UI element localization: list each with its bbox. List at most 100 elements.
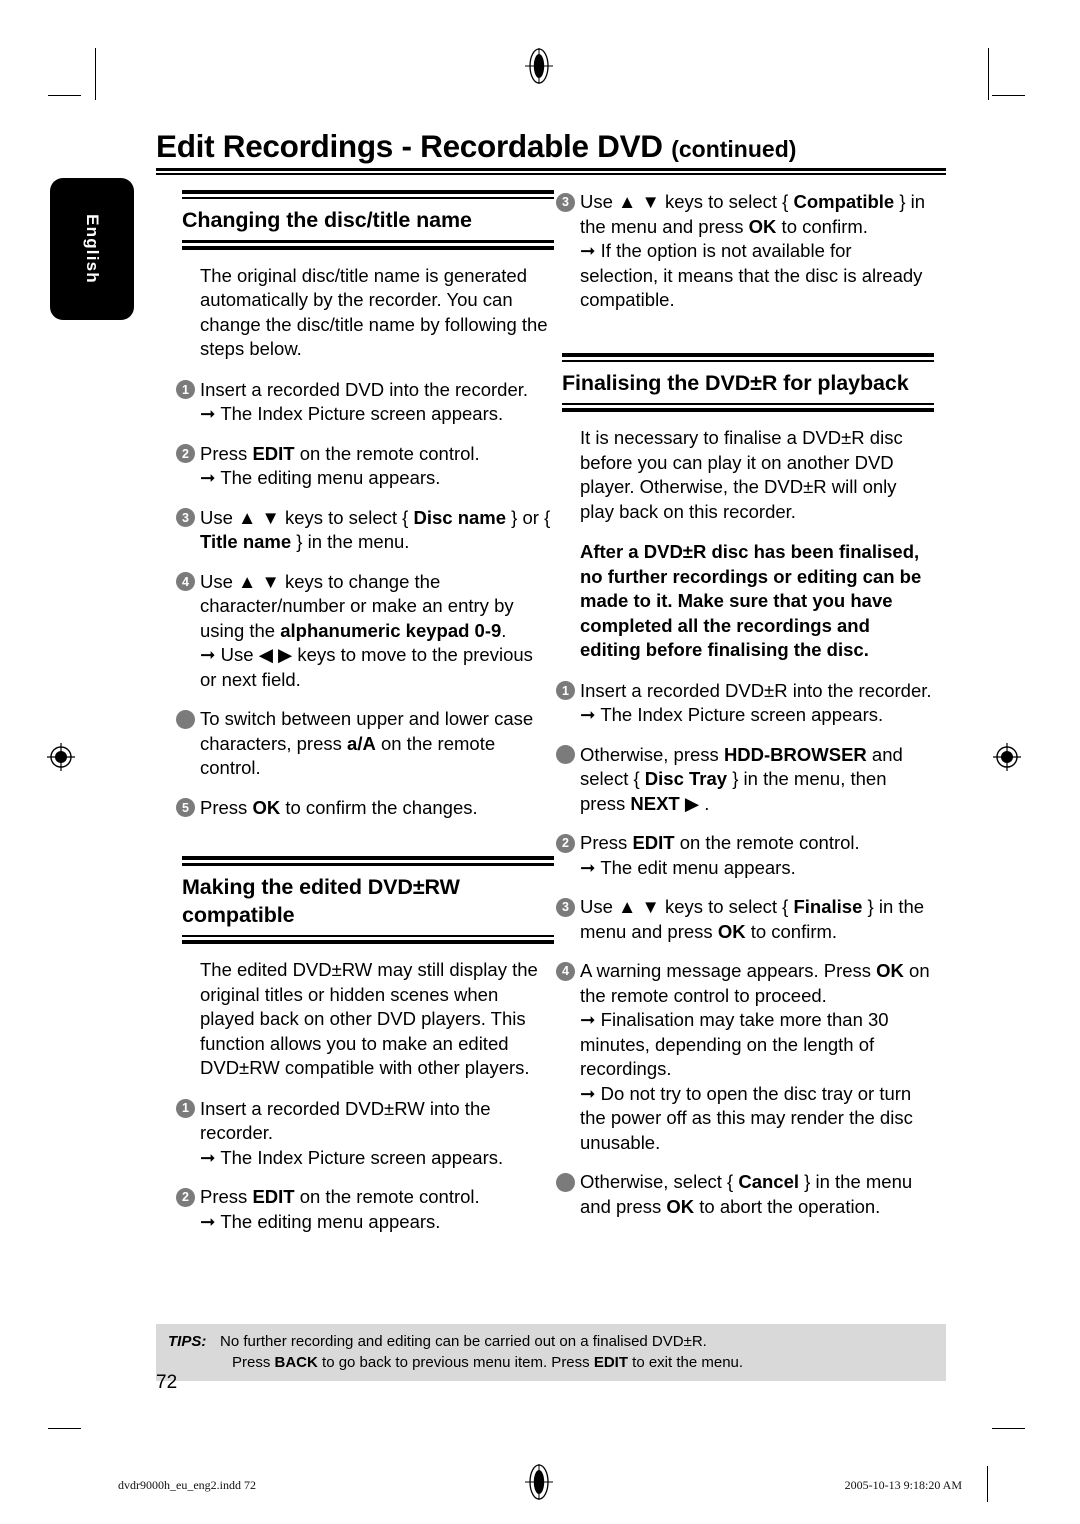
section-heading-changing-disc-title-name: Changing the disc/title name [176, 190, 554, 250]
step-text-mid: } or { [506, 506, 551, 528]
tips-line-1: No further recording and editing can be … [220, 1333, 707, 1350]
step-text-post: . [501, 619, 507, 641]
step-text-pre: Use ▲ ▼ keys to select { [580, 896, 794, 918]
step-text-post: to confirm. [745, 920, 838, 942]
step-substep: ➞ The Index Picture screen appears. [580, 703, 934, 728]
bullet-text-pre: Otherwise, press [580, 743, 724, 765]
step-substep: ➞ Finalisation may take more than 30 min… [580, 1008, 934, 1082]
step-substep-text: The editing menu appears. [220, 467, 441, 489]
tips-line-2-pre: Press [232, 1354, 275, 1371]
step-marker: 4 [176, 572, 195, 592]
step-marker: 5 [176, 798, 195, 818]
bullet-marker [556, 745, 575, 765]
step-substep: ➞ Use ◀ ▶ keys to move to the previous o… [200, 643, 554, 692]
step-text-post: on the remote control. [674, 832, 860, 854]
tips-row-2: Press BACK to go back to previous menu i… [156, 1352, 946, 1373]
file-slug: dvdr9000h_eu_eng2.indd 72 [118, 1478, 256, 1492]
bullet-key-2: Disc Tray [644, 768, 728, 790]
section-heading-making-edited-dvdrw-compatible: Making the edited DVD±RW compatible [176, 856, 554, 945]
registration-mark-top [525, 46, 553, 86]
step-key-2: Title name [200, 531, 292, 553]
heading-rule-top-thick [562, 352, 934, 357]
step-text: Insert a recorded DVD±RW into the record… [200, 1097, 491, 1144]
step-text-post: to confirm. [776, 215, 868, 237]
language-tab: English [50, 178, 134, 320]
slug-divider [986, 1466, 988, 1502]
heading-rule-bottom-thick [182, 940, 554, 945]
arrow-icon: ➞ [200, 1210, 216, 1232]
bullet-key: HDD-BROWSER [723, 743, 867, 765]
arrow-icon: ➞ [580, 240, 596, 261]
right-column: 3 Use ▲ ▼ keys to select { Compatible } … [556, 190, 934, 1234]
bullet-item: Otherwise, press HDD-BROWSER and select … [556, 743, 934, 817]
document-page: English Edit Recordings - Recordable DVD… [0, 0, 1080, 1524]
step-substep: ➞ The edit menu appears. [580, 856, 934, 881]
step-substep-2: ➞ Do not try to open the disc tray or tu… [580, 1082, 934, 1156]
step-text-post: } in the menu. [291, 531, 410, 553]
step-item: 3 Use ▲ ▼ keys to select { Finalise } in… [556, 895, 934, 944]
step-text: Insert a recorded DVD into the recorder. [200, 378, 529, 400]
step-text-post: on the remote control. [294, 442, 480, 464]
arrow-icon: ➞ [580, 856, 596, 878]
step-substep: ➞ The Index Picture screen appears. [200, 402, 554, 427]
tips-line-2-mid: to go back to previous menu item. Press [317, 1354, 594, 1371]
step-key: Finalise [793, 896, 863, 918]
bullet-key-3: NEXT ▶ [630, 792, 700, 814]
step-text-post: on the remote control. [294, 1186, 480, 1208]
language-tab-label: English [83, 214, 102, 284]
step-text-pre: Use ▲ ▼ keys to select { [580, 191, 794, 212]
tips-key-edit: EDIT [593, 1354, 628, 1371]
registration-mark-bottom [525, 1462, 553, 1502]
step-item: 4 A warning message appears. Press OK on… [556, 959, 934, 1155]
step-key: EDIT [252, 442, 295, 464]
bullet-marker [176, 709, 195, 729]
bullet-item: Otherwise, select { Cancel } in the menu… [556, 1170, 934, 1219]
left-column: Changing the disc/title name The origina… [176, 190, 554, 1249]
step-text-pre: Press [200, 1186, 253, 1208]
arrow-icon: ➞ [580, 704, 596, 726]
heading-rule-bottom-thin [562, 402, 934, 406]
step-marker: 2 [176, 1187, 195, 1207]
heading-rule-bottom-thick [182, 245, 554, 250]
crop-mark-top-right-vertical [988, 48, 990, 100]
tips-label: TIPS: [168, 1333, 207, 1350]
step-key: EDIT [252, 1186, 295, 1208]
registration-mark-right [992, 742, 1022, 772]
heading-rule-top-thin [182, 197, 554, 200]
arrow-icon: ➞ [200, 403, 216, 425]
step-text-pre: Press [200, 442, 253, 464]
heading-rule-top-thick [182, 190, 554, 194]
bullet-item: To switch between upper and lower case c… [176, 707, 554, 781]
step-marker: 4 [556, 961, 575, 981]
step-key: EDIT [632, 832, 675, 854]
step-marker: 1 [176, 380, 195, 400]
title-rule-thick [156, 168, 946, 171]
step-item: 2 Press EDIT on the remote control. ➞ Th… [556, 831, 934, 880]
arrow-icon: ➞ [200, 1146, 216, 1168]
step-substep: ➞ The editing menu appears. [200, 1210, 554, 1235]
step-substep-text: If the option is not available for selec… [580, 240, 923, 310]
arrow-icon: ➞ [200, 467, 216, 489]
step-substep: ➞ If the option is not available for sel… [580, 239, 934, 313]
title-rule-thin [156, 173, 946, 175]
section3-intro: It is necessary to finalise a DVD±R disc… [580, 427, 903, 522]
heading-rule-bottom-thin [182, 934, 554, 938]
step-substep: ➞ The editing menu appears. [200, 466, 554, 491]
tips-box: TIPS: No further recording and editing c… [156, 1324, 946, 1381]
section-heading-text: Finalising the DVD±R for playback [562, 370, 909, 395]
step-marker: 3 [176, 508, 195, 528]
page-title: Edit Recordings - Recordable DVD (contin… [156, 128, 946, 165]
heading-rule-bottom-thin [182, 240, 554, 243]
step-key: Compatible [793, 191, 895, 212]
step-key: alphanumeric keypad 0-9 [280, 619, 502, 641]
section3-warning: After a DVD±R disc has been finalised, n… [580, 541, 922, 661]
step-text: Insert a recorded DVD±R into the recorde… [580, 679, 932, 701]
registration-mark-left [46, 742, 76, 772]
step-item: 2 Press EDIT on the remote control. ➞ Th… [176, 442, 554, 491]
crop-mark-top-left-vertical [95, 48, 97, 100]
step-key-2: OK [717, 920, 746, 942]
crop-mark-bottom-left-horizontal [48, 1428, 81, 1430]
bullet-key: Cancel [738, 1171, 800, 1193]
step-key: OK [252, 796, 281, 818]
step-item: 1 Insert a recorded DVD±R into the recor… [556, 679, 934, 728]
